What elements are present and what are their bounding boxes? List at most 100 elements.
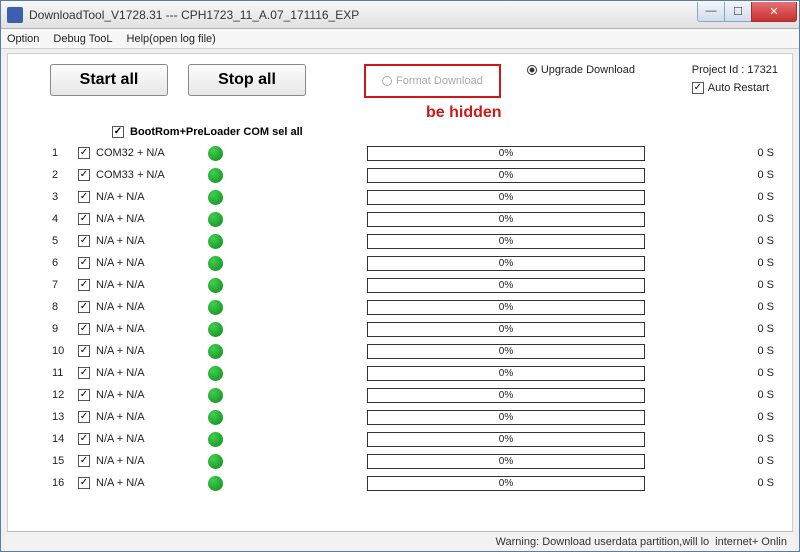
maximize-button[interactable]: ☐ bbox=[724, 2, 752, 22]
port-row: 6N/A + N/A0%0 S bbox=[52, 252, 784, 274]
progress-bar: 0% bbox=[367, 366, 645, 381]
status-dot-icon bbox=[208, 190, 223, 205]
row-time: 0 S bbox=[746, 411, 774, 423]
row-label: N/A + N/A bbox=[96, 455, 204, 467]
row-checkbox[interactable] bbox=[78, 411, 90, 423]
row-checkbox[interactable] bbox=[78, 477, 90, 489]
port-row: 15N/A + N/A0%0 S bbox=[52, 450, 784, 472]
project-id-value: 17321 bbox=[747, 64, 778, 76]
auto-restart-label: Auto Restart bbox=[708, 82, 769, 94]
row-checkbox[interactable] bbox=[78, 433, 90, 445]
upgrade-download-radio[interactable] bbox=[527, 65, 537, 75]
upgrade-download-label: Upgrade Download bbox=[541, 64, 635, 76]
port-rows: 1COM32 + N/A0%0 S2COM33 + N/A0%0 S3N/A +… bbox=[16, 142, 784, 494]
row-checkbox[interactable] bbox=[78, 257, 90, 269]
select-all-checkbox[interactable] bbox=[112, 126, 124, 138]
row-checkbox[interactable] bbox=[78, 169, 90, 181]
format-download-radio-group: Format Download bbox=[364, 64, 501, 98]
project-id: Project Id : 17321 bbox=[692, 64, 778, 76]
row-label: N/A + N/A bbox=[96, 411, 204, 423]
port-row: 1COM32 + N/A0%0 S bbox=[52, 142, 784, 164]
row-checkbox[interactable] bbox=[78, 147, 90, 159]
row-label: N/A + N/A bbox=[96, 235, 204, 247]
row-time: 0 S bbox=[746, 477, 774, 489]
auto-restart-checkbox[interactable] bbox=[692, 82, 704, 94]
row-checkbox[interactable] bbox=[78, 235, 90, 247]
row-time: 0 S bbox=[746, 235, 774, 247]
status-dot-icon bbox=[208, 234, 223, 249]
row-index: 14 bbox=[52, 433, 78, 445]
annotation-text: be hidden bbox=[426, 104, 502, 122]
progress-bar: 0% bbox=[367, 322, 645, 337]
window-controls: — ☐ ✕ bbox=[698, 2, 797, 22]
status-dot-icon bbox=[208, 168, 223, 183]
port-row: 12N/A + N/A0%0 S bbox=[52, 384, 784, 406]
row-index: 5 bbox=[52, 235, 78, 247]
row-index: 16 bbox=[52, 477, 78, 489]
row-checkbox[interactable] bbox=[78, 279, 90, 291]
port-row: 11N/A + N/A0%0 S bbox=[52, 362, 784, 384]
format-download-radio[interactable] bbox=[382, 76, 392, 86]
port-row: 4N/A + N/A0%0 S bbox=[52, 208, 784, 230]
menu-debug[interactable]: Debug TooL bbox=[53, 33, 112, 45]
row-checkbox[interactable] bbox=[78, 345, 90, 357]
progress-bar: 0% bbox=[367, 454, 645, 469]
progress-bar: 0% bbox=[367, 146, 645, 161]
status-dot-icon bbox=[208, 146, 223, 161]
status-dot-icon bbox=[208, 300, 223, 315]
status-dot-icon bbox=[208, 432, 223, 447]
row-label: N/A + N/A bbox=[96, 433, 204, 445]
status-dot-icon bbox=[208, 366, 223, 381]
row-checkbox[interactable] bbox=[78, 389, 90, 401]
port-row: 5N/A + N/A0%0 S bbox=[52, 230, 784, 252]
menubar: Option Debug TooL Help(open log file) bbox=[1, 29, 799, 49]
row-index: 10 bbox=[52, 345, 78, 357]
row-checkbox[interactable] bbox=[78, 455, 90, 467]
progress-bar: 0% bbox=[367, 256, 645, 271]
titlebar: DownloadTool_V1728.31 --- CPH1723_11_A.0… bbox=[1, 1, 799, 29]
status-dot-icon bbox=[208, 388, 223, 403]
app-icon bbox=[7, 7, 23, 23]
row-time: 0 S bbox=[746, 389, 774, 401]
row-label: COM33 + N/A bbox=[96, 169, 204, 181]
status-dot-icon bbox=[208, 410, 223, 425]
status-dot-icon bbox=[208, 278, 223, 293]
stop-all-button[interactable]: Stop all bbox=[188, 64, 306, 96]
row-label: N/A + N/A bbox=[96, 257, 204, 269]
progress-bar: 0% bbox=[367, 278, 645, 293]
port-row: 3N/A + N/A0%0 S bbox=[52, 186, 784, 208]
port-row: 13N/A + N/A0%0 S bbox=[52, 406, 784, 428]
row-label: N/A + N/A bbox=[96, 191, 204, 203]
close-button[interactable]: ✕ bbox=[751, 2, 797, 22]
row-checkbox[interactable] bbox=[78, 301, 90, 313]
row-checkbox[interactable] bbox=[78, 323, 90, 335]
row-checkbox[interactable] bbox=[78, 191, 90, 203]
port-row: 7N/A + N/A0%0 S bbox=[52, 274, 784, 296]
app-window: DownloadTool_V1728.31 --- CPH1723_11_A.0… bbox=[0, 0, 800, 552]
row-time: 0 S bbox=[746, 301, 774, 313]
format-download-label: Format Download bbox=[396, 75, 483, 87]
row-checkbox[interactable] bbox=[78, 367, 90, 379]
port-row: 16 N/A + N/A 0% 0 S bbox=[52, 472, 784, 494]
row-index: 12 bbox=[52, 389, 78, 401]
row-index: 13 bbox=[52, 411, 78, 423]
statusbar: Warning: Download userdata partition,wil… bbox=[7, 531, 793, 551]
row-index: 3 bbox=[52, 191, 78, 203]
project-id-label: Project Id : bbox=[692, 64, 745, 76]
row-label: N/A + N/A bbox=[96, 301, 204, 313]
progress-bar: 0% bbox=[367, 300, 645, 315]
row-label: N/A + N/A bbox=[96, 345, 204, 357]
row-label: N/A + N/A bbox=[96, 477, 204, 489]
start-all-button[interactable]: Start all bbox=[50, 64, 168, 96]
select-all-label: BootRom+PreLoader COM sel all bbox=[130, 126, 303, 138]
progress-bar: 0% bbox=[367, 476, 645, 491]
port-row: 9N/A + N/A0%0 S bbox=[52, 318, 784, 340]
top-toolbar: Start all Stop all Format Download Upgra… bbox=[16, 60, 784, 106]
menu-option[interactable]: Option bbox=[7, 33, 39, 45]
row-time: 0 S bbox=[746, 433, 774, 445]
menu-help[interactable]: Help(open log file) bbox=[127, 33, 216, 45]
row-checkbox[interactable] bbox=[78, 213, 90, 225]
row-index: 1 bbox=[52, 147, 78, 159]
minimize-button[interactable]: — bbox=[697, 2, 725, 22]
status-dot-icon bbox=[208, 256, 223, 271]
